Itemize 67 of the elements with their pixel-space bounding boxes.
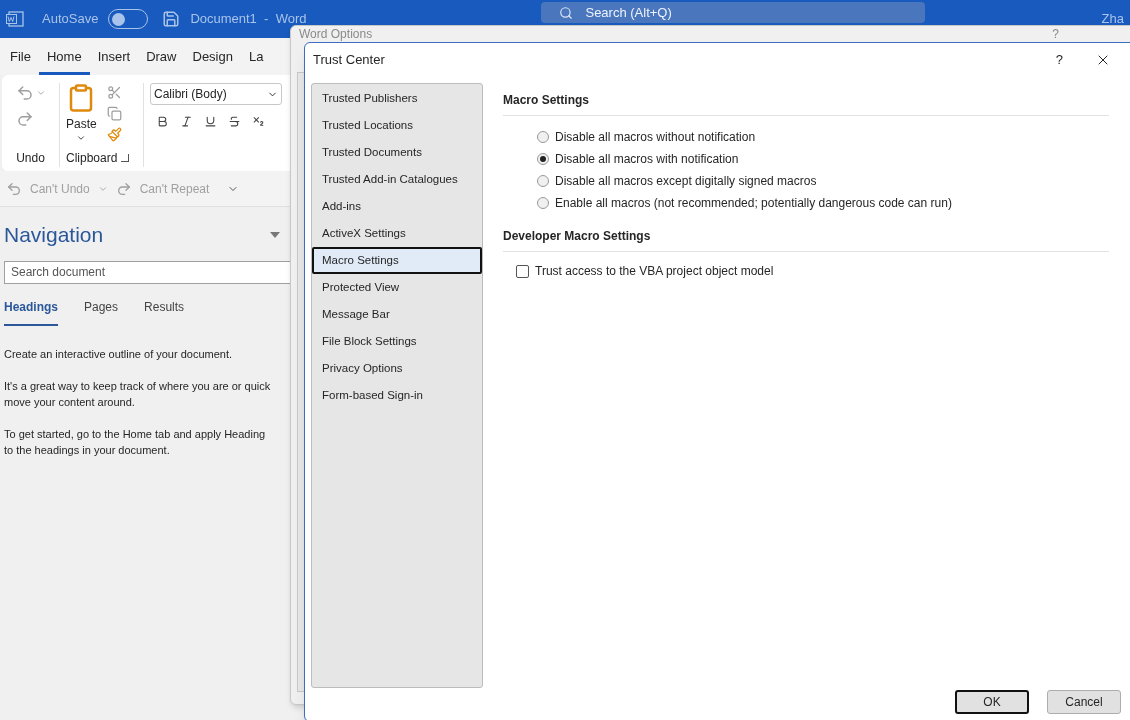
- navigation-title: Navigation: [4, 222, 104, 248]
- ribbon-tab[interactable]: Draw: [138, 46, 185, 75]
- category-item[interactable]: Protected View: [312, 274, 482, 301]
- strikethrough-icon[interactable]: [228, 115, 241, 128]
- user-name[interactable]: Zha: [1101, 9, 1124, 29]
- dialog-button[interactable]: Cancel: [1047, 690, 1121, 714]
- chevron-icon[interactable]: [76, 133, 87, 143]
- navigation-tab[interactable]: Headings: [4, 297, 58, 326]
- checkbox-option[interactable]: Trust access to the VBA project object model: [516, 262, 1109, 280]
- underline-icon[interactable]: [204, 115, 217, 128]
- dialog-title: Trust Center: [313, 51, 385, 70]
- font-name-field[interactable]: Calibri (Body): [150, 83, 282, 105]
- category-item[interactable]: ActiveX Settings: [312, 220, 482, 247]
- cut-icon[interactable]: [106, 85, 122, 100]
- navigation-tab[interactable]: Pages: [84, 297, 119, 326]
- ribbon-tab[interactable]: La: [240, 46, 272, 75]
- undo-icon[interactable]: [6, 180, 22, 197]
- section-heading: Macro Settings: [503, 91, 1109, 116]
- section-heading: Developer Macro Settings: [503, 227, 1109, 252]
- navigation-tab[interactable]: Results: [144, 297, 185, 326]
- group-label: Clipboard: [66, 150, 118, 167]
- ribbon-tab[interactable]: File: [2, 46, 39, 75]
- category-item[interactable]: Message Bar: [312, 301, 482, 328]
- radio-option[interactable]: Enable all macros (not recommended; potentially dangerous code can run): [537, 195, 1109, 211]
- search-field[interactable]: Search (Alt+Q): [541, 2, 926, 23]
- category-item[interactable]: Add-ins: [312, 193, 482, 220]
- redo-icon[interactable]: [115, 180, 132, 197]
- subscript-icon[interactable]: [252, 115, 265, 128]
- search-icon: [559, 5, 574, 20]
- radio-button[interactable]: [537, 197, 549, 209]
- checkbox[interactable]: [516, 264, 529, 278]
- paste-button[interactable]: Paste: [66, 83, 97, 143]
- format-painter-icon[interactable]: [106, 127, 122, 142]
- category-item[interactable]: Trusted Add-in Catalogues: [312, 166, 482, 193]
- help-text: Create an interactive outline of your document.: [4, 346, 234, 362]
- autosave-label: AutoSave: [42, 10, 99, 29]
- category-item[interactable]: Trusted Locations: [312, 112, 482, 139]
- radio-option[interactable]: Disable all macros except digitally signed macros: [537, 173, 1109, 189]
- dialog-button[interactable]: OK: [955, 690, 1029, 714]
- pane-options-icon[interactable]: [270, 231, 280, 238]
- copy-icon[interactable]: [106, 106, 122, 121]
- category-item[interactable]: Trusted Publishers: [312, 85, 482, 112]
- italic-icon[interactable]: [180, 115, 193, 128]
- radio-button[interactable]: [537, 175, 549, 187]
- help-text: It's a great way to keep track of where you are or quick move your content around.: [4, 378, 272, 410]
- document-title: Document1 - Word: [190, 10, 307, 29]
- bold-icon[interactable]: [156, 115, 169, 128]
- dialog-launcher-icon[interactable]: [121, 154, 130, 162]
- category-item[interactable]: File Block Settings: [312, 328, 482, 355]
- category-item[interactable]: Macro Settings: [312, 247, 482, 274]
- radio-button[interactable]: [537, 153, 549, 165]
- save-icon[interactable]: [162, 10, 181, 28]
- help-text: To get started, go to the Home tab and apply Heading to the headings in your document.: [4, 426, 267, 458]
- word-logo-icon[interactable]: [6, 11, 24, 27]
- radio-option[interactable]: Disable all macros with notification: [537, 151, 1109, 167]
- category-item[interactable]: Trusted Documents: [312, 139, 482, 166]
- ribbon-tab[interactable]: Insert: [89, 46, 139, 75]
- radio-option[interactable]: Disable all macros without notification: [537, 129, 1109, 145]
- radio-button[interactable]: [537, 131, 549, 143]
- dialog-title: Word Options: [299, 27, 373, 41]
- category-item[interactable]: Form-based Sign-in: [312, 382, 482, 409]
- undo-icon[interactable]: [15, 84, 34, 102]
- group-label: Undo: [16, 150, 45, 167]
- category-item[interactable]: Privacy Options: [312, 355, 482, 382]
- redo-icon[interactable]: [15, 110, 34, 128]
- ribbon-tab[interactable]: Design: [184, 46, 241, 75]
- help-button[interactable]: ?: [1055, 50, 1063, 70]
